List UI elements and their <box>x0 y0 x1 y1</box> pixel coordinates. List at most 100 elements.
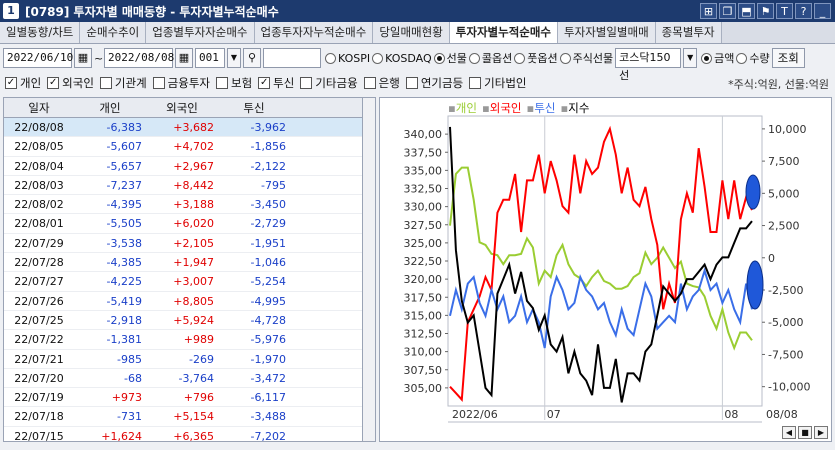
unit-radio[interactable]: 수량 <box>736 50 770 66</box>
filter-checkbox[interactable]: 은행 <box>363 75 400 91</box>
link-icon[interactable]: ⬒ <box>738 3 755 19</box>
cell-individual: -68 <box>124 371 142 385</box>
market-radio[interactable]: 콜옵션 <box>468 50 513 66</box>
right-tick-label: -7,500 <box>768 348 803 361</box>
right-tick-label: 2,500 <box>768 220 800 233</box>
tab-item[interactable]: 종목별투자 <box>655 22 722 43</box>
legend-entry[interactable]: ▪외국인 <box>482 100 522 116</box>
nav-stop-icon[interactable]: ■ <box>798 426 812 439</box>
legend-entry[interactable]: ▪개인 <box>448 100 477 116</box>
cell-foreign: +6,365 <box>173 429 214 442</box>
calendar-icon[interactable]: ▦ <box>74 48 92 68</box>
filter-checkbox[interactable]: ✓ 외국인 <box>47 75 94 91</box>
start-date-input[interactable]: 2022/06/10 <box>3 48 73 68</box>
cell-date: 22/07/26 <box>14 294 64 308</box>
cell-date: 22/07/19 <box>14 391 64 405</box>
chart-canvas: 340,00 337,50 335,00 332,50 330,00 327,50 325,… <box>404 115 810 423</box>
market-radio[interactable]: 선물 <box>433 50 467 66</box>
chevron-down-icon[interactable]: ▼ <box>683 48 698 68</box>
table-row[interactable]: 22/08/05 -5,607 +4,702 -1,856 <box>4 137 362 157</box>
grid-icon[interactable]: ⊞ <box>700 3 717 19</box>
tab-item[interactable]: 순매수추이 <box>80 22 147 43</box>
table-row[interactable]: 22/08/01 -5,505 +6,020 -2,729 <box>4 214 362 234</box>
restore-icon[interactable]: ❐ <box>719 3 736 19</box>
table-row[interactable]: 22/07/26 -5,419 +8,805 -4,995 <box>4 292 362 311</box>
filter-checkbox[interactable]: 보험 <box>216 75 252 91</box>
query-button[interactable]: 조회 <box>771 48 805 68</box>
cell-foreign: +8,442 <box>173 178 214 192</box>
minimize-icon[interactable]: _ <box>814 3 831 19</box>
filter-checkbox[interactable]: 연기금등 <box>405 75 464 91</box>
table-row[interactable]: 22/07/21 -985 -269 -1,970 <box>4 350 362 369</box>
header-individual[interactable]: 개인 <box>74 98 146 117</box>
x-axis-last-label: 08/08 <box>766 408 798 421</box>
table-row[interactable]: 22/08/04 -5,657 +2,967 -2,122 <box>4 157 362 176</box>
tab-item[interactable]: 일별동향/차트 <box>0 22 81 43</box>
table-row[interactable]: 22/08/08 -6,383 +3,682 -3,962 <box>4 118 362 138</box>
tab-item[interactable]: 투자자별누적순매수 <box>449 22 559 43</box>
tab-item[interactable]: 업종별투자자순매수 <box>146 22 255 43</box>
table-row[interactable]: 22/07/18 -731 +5,154 -3,488 <box>4 407 362 427</box>
cell-date: 22/08/08 <box>14 121 64 134</box>
table-row[interactable]: 22/07/27 -4,225 +3,007 -5,254 <box>4 272 362 292</box>
filter-checkbox[interactable]: ✓ 투신 <box>258 75 294 91</box>
header-date[interactable]: 일자 <box>4 98 74 117</box>
unit-radio[interactable]: 금액 <box>701 50 734 66</box>
filter-checkbox[interactable]: ✓ 개인 <box>5 75 41 91</box>
cell-trust: -795 <box>261 178 286 192</box>
market-radio[interactable]: KOSDAQ <box>372 50 432 66</box>
market-radio[interactable]: 풋옵션 <box>514 50 558 66</box>
legend-label: 지수 <box>568 101 590 115</box>
market-radio[interactable]: 주식선물 <box>559 50 613 66</box>
table-row[interactable]: 22/07/22 -1,381 +989 -5,976 <box>4 330 362 350</box>
header-trust[interactable]: 투신 <box>218 98 290 117</box>
tab-item[interactable]: 당일매매현황 <box>373 22 450 43</box>
plot-area <box>447 115 763 407</box>
pin-icon[interactable]: ⚑ <box>757 3 774 19</box>
table-row[interactable]: 22/08/02 -4,395 +3,188 -3,450 <box>4 195 362 215</box>
chart-legend: ▪개인 ▪외국인 ▪투신 ▪지수 <box>448 100 589 116</box>
cell-individual: -5,607 <box>106 140 142 154</box>
help-icon[interactable]: ? <box>795 3 812 19</box>
table-row[interactable]: 22/07/15 +1,624 +6,365 -7,202 <box>4 427 362 442</box>
cell-foreign: +4,702 <box>173 140 214 154</box>
code-dropdown-icon[interactable]: ▼ <box>227 48 241 68</box>
end-date-input[interactable]: 2022/08/08 <box>104 48 174 68</box>
calendar-icon[interactable]: ▦ <box>175 48 193 68</box>
cell-date: 22/08/04 <box>14 159 64 173</box>
market-radio-label: 콜옵션 <box>481 52 513 65</box>
checkbox-checked-icon: ✓ <box>47 77 60 89</box>
legend-entry[interactable]: ▪투신 <box>527 100 556 116</box>
table-row[interactable]: 22/07/25 -2,918 +5,924 -4,728 <box>4 311 362 331</box>
filter-label: 연기금등 <box>420 76 464 90</box>
table-row[interactable]: 22/07/19 +973 +796 -6,117 <box>4 388 362 408</box>
header-foreign[interactable]: 외국인 <box>146 98 218 117</box>
cell-foreign: +8,805 <box>173 294 214 308</box>
cell-individual: -2,918 <box>106 313 142 327</box>
legend-entry[interactable]: ▪지수 <box>560 100 589 116</box>
cell-individual: -7,237 <box>106 178 142 192</box>
table-row[interactable]: 22/07/20 -68 -3,764 -3,472 <box>4 369 362 389</box>
cell-date: 22/07/18 <box>14 410 64 424</box>
tab-item[interactable]: 투자자별일별매매 <box>558 22 656 43</box>
cell-individual: -985 <box>117 352 142 366</box>
market-radio[interactable]: KOSPI <box>325 50 370 66</box>
font-size-icon[interactable]: T <box>776 3 793 19</box>
search-icon[interactable]: ⚲ <box>243 48 261 68</box>
filter-checkbox[interactable]: 기타법인 <box>469 75 527 91</box>
nav-prev-icon[interactable]: ◀ <box>782 426 796 439</box>
filter-checkbox[interactable]: 기타금융 <box>300 75 358 91</box>
left-tick-label: 317,50 <box>404 291 443 304</box>
table-row[interactable]: 22/07/29 -3,538 +2,105 -1,951 <box>4 234 362 254</box>
index-select[interactable]: 코스닥150선 <box>615 48 682 82</box>
code-input[interactable]: 001 <box>195 48 225 68</box>
cumulative-chart: 340,00 337,50 335,00 332,50 330,00 327,50 325,… <box>379 97 832 442</box>
table-scrollbar[interactable] <box>362 97 376 442</box>
nav-next-icon[interactable]: ▶ <box>814 426 828 439</box>
table-row[interactable]: 22/07/28 -4,385 +1,947 -1,046 <box>4 253 362 273</box>
filter-checkbox[interactable]: 금융투자 <box>152 75 210 91</box>
tab-item[interactable]: 업종투자자누적순매수 <box>254 22 374 43</box>
filter-checkbox[interactable]: 기관계 <box>99 75 147 91</box>
cell-date: 22/07/21 <box>14 352 64 366</box>
table-row[interactable]: 22/08/03 -7,237 +8,442 -795 <box>4 176 362 196</box>
